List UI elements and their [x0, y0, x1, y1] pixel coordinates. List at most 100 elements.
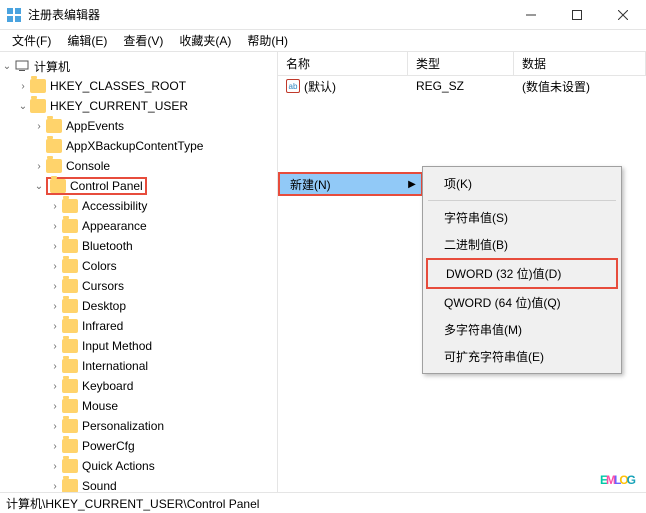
menu-favorites[interactable]: 收藏夹(A) [171, 30, 239, 51]
main-split: 计算机 HKEY_CLASSES_ROOT HKEY_CURRENT_USER … [0, 52, 646, 492]
tree-item[interactable]: Input Method [0, 336, 277, 356]
context-submenu: 项(K) 字符串值(S)二进制值(B)DWORD (32 位)值(D)QWORD … [422, 166, 622, 374]
tree-pane[interactable]: 计算机 HKEY_CLASSES_ROOT HKEY_CURRENT_USER … [0, 52, 278, 492]
tree-root[interactable]: 计算机 [0, 56, 277, 76]
tree-item[interactable]: Keyboard [0, 376, 277, 396]
chevron-right-icon[interactable] [48, 221, 62, 232]
menu-edit[interactable]: 编辑(E) [59, 30, 115, 51]
status-path: 计算机\HKEY_CURRENT_USER\Control Panel [6, 495, 259, 512]
statusbar: 计算机\HKEY_CURRENT_USER\Control Panel [0, 492, 646, 513]
folder-icon [50, 179, 66, 193]
chevron-right-icon[interactable] [32, 121, 46, 132]
tree-label: Cursors [82, 279, 124, 293]
submenu-item[interactable]: 可扩充字符串值(E) [426, 343, 618, 370]
tree-item[interactable]: Mouse [0, 396, 277, 416]
chevron-right-icon[interactable] [48, 401, 62, 412]
tree-item[interactable]: AppXBackupContentType [0, 136, 277, 156]
folder-icon [46, 139, 62, 153]
chevron-right-icon[interactable] [48, 301, 62, 312]
tree-item[interactable]: Console [0, 156, 277, 176]
tree-item[interactable]: Bluetooth [0, 236, 277, 256]
close-button[interactable] [600, 0, 646, 29]
tree-label: Personalization [82, 419, 164, 433]
tree-item[interactable]: Appearance [0, 216, 277, 236]
tree-item[interactable]: Quick Actions [0, 456, 277, 476]
chevron-right-icon[interactable] [48, 341, 62, 352]
chevron-right-icon[interactable] [48, 241, 62, 252]
submenu-item[interactable]: DWORD (32 位)值(D) [426, 258, 618, 289]
folder-icon [62, 299, 78, 313]
chevron-right-icon[interactable] [48, 421, 62, 432]
tree-item[interactable]: Infrared [0, 316, 277, 336]
chevron-right-icon[interactable] [48, 441, 62, 452]
chevron-right-icon[interactable] [32, 161, 46, 172]
context-menu-new[interactable]: 新建(N) ▶ [278, 172, 423, 196]
chevron-right-icon[interactable] [48, 261, 62, 272]
folder-icon [62, 439, 78, 453]
folder-icon [46, 159, 62, 173]
folder-icon [62, 259, 78, 273]
folder-icon [62, 419, 78, 433]
selection-highlight: Control Panel [46, 177, 147, 195]
chevron-down-icon[interactable] [16, 101, 30, 112]
tree-label: HKEY_CLASSES_ROOT [50, 79, 186, 93]
submenu-item[interactable]: 多字符串值(M) [426, 316, 618, 343]
value-data: (数值未设置) [514, 77, 646, 96]
tree-item[interactable]: Personalization [0, 416, 277, 436]
chevron-right-icon[interactable] [48, 481, 62, 492]
tree-hive[interactable]: HKEY_CURRENT_USER [0, 96, 277, 116]
list-row[interactable]: ab (默认) REG_SZ (数值未设置) [278, 76, 646, 96]
tree-label: Appearance [82, 219, 147, 233]
chevron-right-icon[interactable] [16, 81, 30, 92]
tree-hive[interactable]: HKEY_CLASSES_ROOT [0, 76, 277, 96]
tree-item[interactable]: Cursors [0, 276, 277, 296]
tree-item-control-panel[interactable]: Control Panel [0, 176, 277, 196]
window-controls [508, 0, 646, 29]
context-menu-label: 新建(N) [280, 176, 403, 193]
maximize-button[interactable] [554, 0, 600, 29]
folder-icon [46, 119, 62, 133]
menu-view[interactable]: 查看(V) [115, 30, 171, 51]
tree-item[interactable]: International [0, 356, 277, 376]
tree-label: Input Method [82, 339, 152, 353]
folder-icon [62, 399, 78, 413]
chevron-down-icon[interactable] [32, 181, 46, 192]
tree-label: Colors [82, 259, 117, 273]
tree-label: AppEvents [66, 119, 124, 133]
tree-label: Mouse [82, 399, 118, 413]
submenu-item[interactable]: 二进制值(B) [426, 231, 618, 258]
chevron-down-icon[interactable] [0, 61, 14, 72]
tree-item[interactable]: Desktop [0, 296, 277, 316]
value-type: REG_SZ [408, 78, 514, 94]
menu-separator [428, 200, 616, 201]
col-header-type[interactable]: 类型 [408, 52, 514, 75]
tree-item[interactable]: Accessibility [0, 196, 277, 216]
submenu-item[interactable]: 字符串值(S) [426, 204, 618, 231]
computer-icon [14, 59, 30, 73]
tree-label: Infrared [82, 319, 123, 333]
tree-label: Quick Actions [82, 459, 155, 473]
chevron-right-icon[interactable] [48, 381, 62, 392]
chevron-right-icon[interactable] [48, 201, 62, 212]
chevron-right-icon[interactable] [48, 281, 62, 292]
submenu-item[interactable]: 项(K) [426, 170, 618, 197]
folder-icon [62, 359, 78, 373]
menu-help[interactable]: 帮助(H) [239, 30, 296, 51]
app-icon [6, 7, 22, 23]
tree-item[interactable]: Sound [0, 476, 277, 492]
chevron-right-icon: ▶ [403, 179, 421, 190]
minimize-button[interactable] [508, 0, 554, 29]
tree-label: 计算机 [34, 58, 70, 75]
chevron-right-icon[interactable] [48, 321, 62, 332]
col-header-data[interactable]: 数据 [514, 52, 646, 75]
tree-item[interactable]: Colors [0, 256, 277, 276]
tree-label: Accessibility [82, 199, 147, 213]
menu-file[interactable]: 文件(F) [4, 30, 59, 51]
tree-label: PowerCfg [82, 439, 135, 453]
chevron-right-icon[interactable] [48, 461, 62, 472]
tree-item[interactable]: AppEvents [0, 116, 277, 136]
chevron-right-icon[interactable] [48, 361, 62, 372]
col-header-name[interactable]: 名称 [278, 52, 408, 75]
tree-item[interactable]: PowerCfg [0, 436, 277, 456]
submenu-item[interactable]: QWORD (64 位)值(Q) [426, 289, 618, 316]
